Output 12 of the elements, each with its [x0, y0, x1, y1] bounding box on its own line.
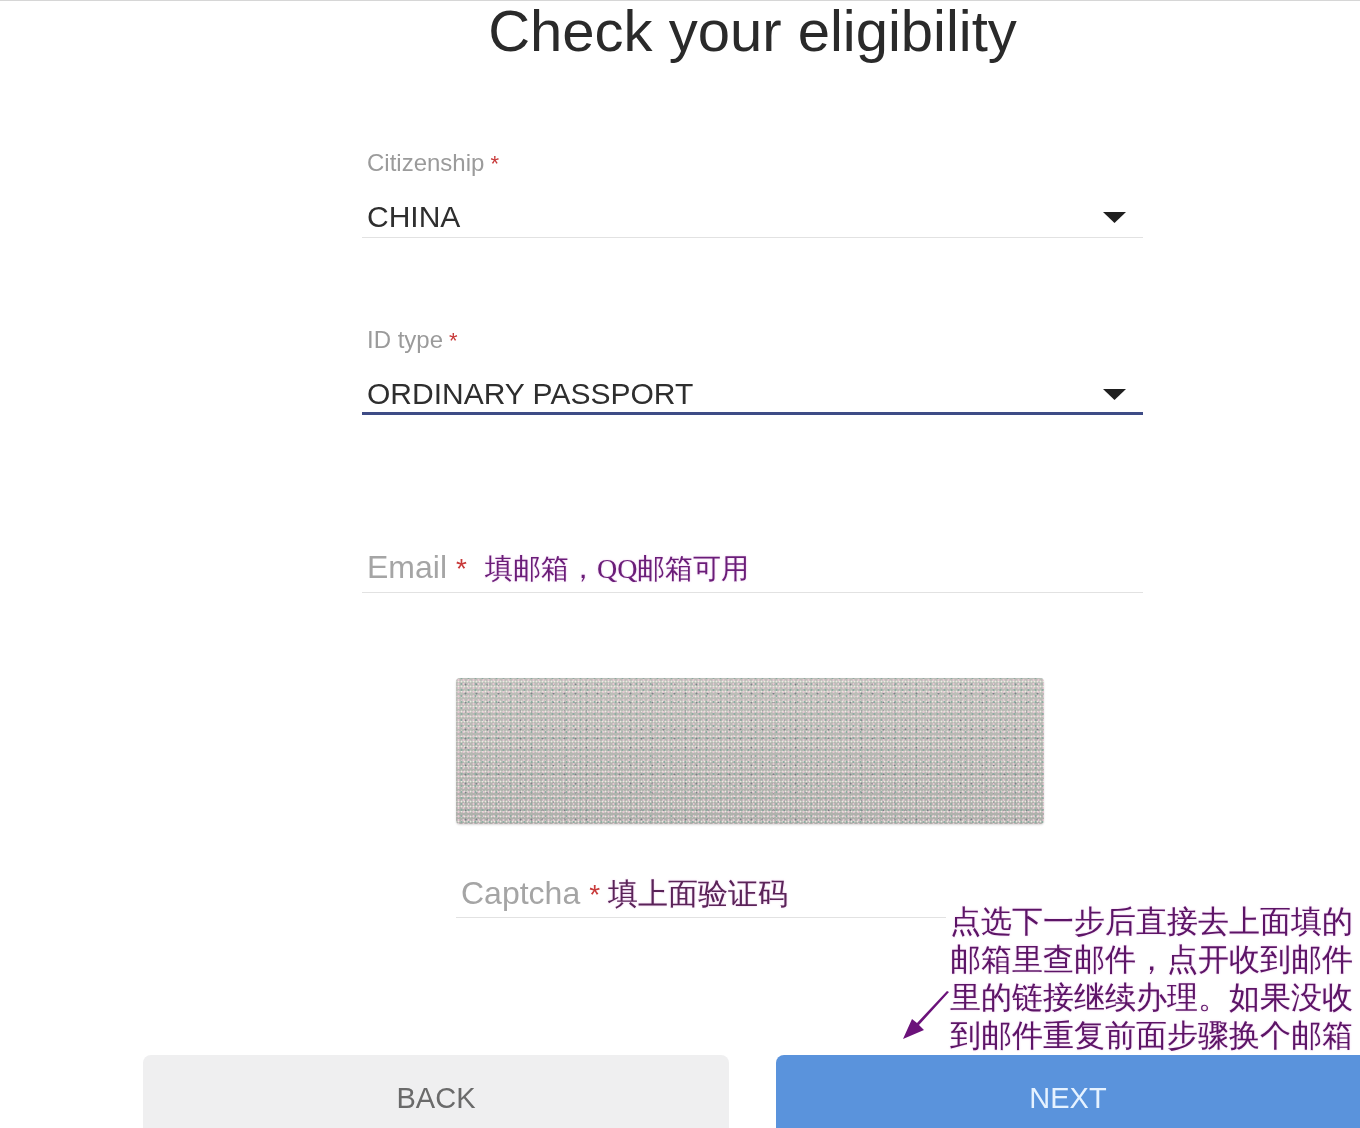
- annotation-text: 填邮箱，QQ邮箱可用: [484, 552, 750, 586]
- dropdown-field[interactable]: ID type * ORDINARY PASSPORT: [362, 326, 1143, 415]
- annotation-text: 点选下一步后直接去上面填的邮箱里查邮件，点开收到邮件里的链接继续办理。如果没收到邮件重复前面步骤换个邮箱: [950, 903, 1354, 1055]
- dropdown-field[interactable]: Citizenship * CHINA: [362, 149, 1143, 238]
- caret-icon: [1103, 388, 1126, 400]
- arrow-icon: [903, 991, 949, 1039]
- annotation-text: 填上面验证码: [608, 876, 789, 912]
- page-title: Check your eligibility: [487, 1, 1018, 61]
- input-field[interactable]: Email * 填邮箱，QQ邮箱可用: [362, 548, 1143, 593]
- input-field[interactable]: Captcha * 填上面验证码: [456, 874, 946, 918]
- caret-icon: [1103, 211, 1126, 223]
- back-button[interactable]: BACK: [143, 1055, 729, 1128]
